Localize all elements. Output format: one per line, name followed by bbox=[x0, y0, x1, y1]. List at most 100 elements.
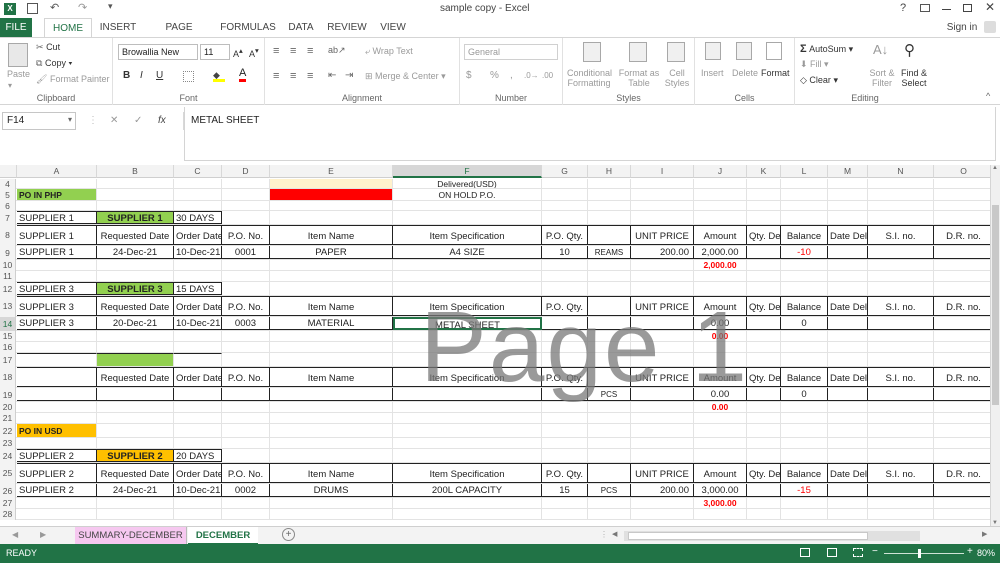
cell-i27[interactable] bbox=[631, 498, 694, 508]
cell-b21[interactable] bbox=[97, 413, 174, 423]
merge-center-button[interactable]: ⊞ Merge & Center ▾ bbox=[365, 71, 446, 82]
cell-l11[interactable] bbox=[781, 271, 828, 281]
cell-b7[interactable]: SUPPLIER 1 bbox=[97, 211, 174, 224]
cell-i9[interactable]: 200.00 bbox=[631, 246, 694, 259]
cell-o19[interactable] bbox=[934, 388, 990, 401]
format-button[interactable]: Format bbox=[761, 68, 790, 78]
cell-g22[interactable] bbox=[542, 424, 588, 437]
cell-e11[interactable] bbox=[270, 271, 393, 281]
cell-c15[interactable] bbox=[174, 331, 222, 341]
shrink-font-icon[interactable]: A▾ bbox=[249, 46, 259, 59]
column-header-o[interactable]: O bbox=[934, 165, 990, 178]
cell-c25[interactable]: Order Date bbox=[174, 463, 222, 483]
cell-l25[interactable]: Balance bbox=[781, 463, 828, 483]
cell-c22[interactable] bbox=[174, 424, 222, 437]
cell-c26[interactable]: 10-Dec-21 bbox=[174, 484, 222, 497]
cell-n14[interactable] bbox=[868, 317, 934, 330]
cell-e25[interactable]: Item Name bbox=[270, 463, 393, 483]
cell-g19[interactable] bbox=[542, 388, 588, 401]
cell-n13[interactable]: S.I. no. bbox=[868, 296, 934, 316]
cell-a6[interactable] bbox=[17, 201, 97, 210]
row-header[interactable]: 13 bbox=[0, 296, 16, 317]
cell-k10[interactable] bbox=[747, 260, 781, 270]
cell-k24[interactable] bbox=[747, 449, 781, 462]
borders-icon[interactable] bbox=[183, 71, 194, 82]
cell-d16[interactable] bbox=[222, 342, 270, 352]
cell-a20[interactable] bbox=[17, 402, 97, 412]
cell-d5[interactable] bbox=[222, 189, 270, 200]
cell-h26[interactable]: PCS bbox=[588, 484, 631, 497]
cell-d13[interactable]: P.O. No. bbox=[222, 296, 270, 316]
cell-m7[interactable] bbox=[828, 211, 868, 224]
cell-g28[interactable] bbox=[542, 509, 588, 519]
confirm-entry-icon[interactable]: ✓ bbox=[134, 112, 142, 130]
cell-f26[interactable]: 200L CAPACITY bbox=[393, 484, 542, 497]
page-layout-view-icon[interactable] bbox=[827, 548, 837, 557]
cell-k5[interactable] bbox=[747, 189, 781, 200]
cell-h6[interactable] bbox=[588, 201, 631, 210]
scroll-up-icon[interactable]: ▲ bbox=[992, 165, 998, 171]
cell-o17[interactable] bbox=[934, 353, 990, 366]
cell-f5[interactable]: ON HOLD P.O. bbox=[393, 189, 542, 200]
zoom-slider[interactable] bbox=[884, 549, 964, 558]
cell-n15[interactable] bbox=[868, 331, 934, 341]
cell-f21[interactable] bbox=[393, 413, 542, 423]
cell-c11[interactable] bbox=[174, 271, 222, 281]
decrease-indent-icon[interactable]: ⇤ bbox=[328, 70, 336, 81]
cell-n26[interactable] bbox=[868, 484, 934, 497]
cell-n8[interactable]: S.I. no. bbox=[868, 225, 934, 245]
sign-in-link[interactable]: Sign in bbox=[944, 18, 980, 37]
format-as-table-button[interactable]: Format as Table bbox=[617, 68, 661, 88]
cell-n19[interactable] bbox=[868, 388, 934, 401]
row-header[interactable]: 17 bbox=[0, 353, 16, 367]
horizontal-scrollbar[interactable] bbox=[624, 531, 920, 541]
cell-i16[interactable] bbox=[631, 342, 694, 352]
column-header-f[interactable]: F bbox=[393, 165, 542, 178]
cell-f20[interactable] bbox=[393, 402, 542, 412]
cell-i28[interactable] bbox=[631, 509, 694, 519]
ribbon-tab-insert[interactable]: INSERT bbox=[98, 18, 138, 37]
cell-g9[interactable]: 10 bbox=[542, 246, 588, 259]
cell-h25[interactable] bbox=[588, 463, 631, 483]
cell-k4[interactable] bbox=[747, 179, 781, 188]
cell-a17[interactable] bbox=[17, 353, 97, 366]
cell-d7[interactable] bbox=[222, 211, 270, 224]
cell-c13[interactable]: Order Date bbox=[174, 296, 222, 316]
cell-m22[interactable] bbox=[828, 424, 868, 437]
cell-m6[interactable] bbox=[828, 201, 868, 210]
cell-f11[interactable] bbox=[393, 271, 542, 281]
cell-o16[interactable] bbox=[934, 342, 990, 352]
cell-o8[interactable]: D.R. no. bbox=[934, 225, 990, 245]
cell-i6[interactable] bbox=[631, 201, 694, 210]
cell-k25[interactable]: Qty. Del. bbox=[747, 463, 781, 483]
cell-b11[interactable] bbox=[97, 271, 174, 281]
formula-input[interactable]: METAL SHEET bbox=[184, 107, 996, 161]
cell-n9[interactable] bbox=[868, 246, 934, 259]
cell-g8[interactable]: P.O. Qty. bbox=[542, 225, 588, 245]
cell-m14[interactable] bbox=[828, 317, 868, 330]
prev-sheet-icon[interactable]: ◀ bbox=[12, 530, 18, 539]
cell-d17[interactable] bbox=[222, 353, 270, 366]
cell-k7[interactable] bbox=[747, 211, 781, 224]
cell-h22[interactable] bbox=[588, 424, 631, 437]
cell-n6[interactable] bbox=[868, 201, 934, 210]
align-left-icon[interactable]: ≡ bbox=[273, 70, 279, 82]
cell-c10[interactable] bbox=[174, 260, 222, 270]
cell-b17[interactable] bbox=[97, 353, 174, 366]
cell-o10[interactable] bbox=[934, 260, 990, 270]
ribbon-tab-view[interactable]: VIEW bbox=[376, 18, 410, 37]
column-header-l[interactable]: L bbox=[781, 165, 828, 178]
cell-j19[interactable]: 0.00 bbox=[694, 388, 747, 401]
cell-o5[interactable] bbox=[934, 189, 990, 200]
row-header[interactable]: 4 bbox=[0, 179, 16, 189]
decrease-decimal-icon[interactable]: .00 bbox=[542, 71, 553, 80]
cell-h24[interactable] bbox=[588, 449, 631, 462]
cell-g23[interactable] bbox=[542, 438, 588, 448]
cell-b26[interactable]: 24-Dec-21 bbox=[97, 484, 174, 497]
cell-o14[interactable] bbox=[934, 317, 990, 330]
cell-c17[interactable] bbox=[174, 353, 222, 366]
cell-e8[interactable]: Item Name bbox=[270, 225, 393, 245]
cell-h7[interactable] bbox=[588, 211, 631, 224]
cell-g7[interactable] bbox=[542, 211, 588, 224]
cell-k20[interactable] bbox=[747, 402, 781, 412]
